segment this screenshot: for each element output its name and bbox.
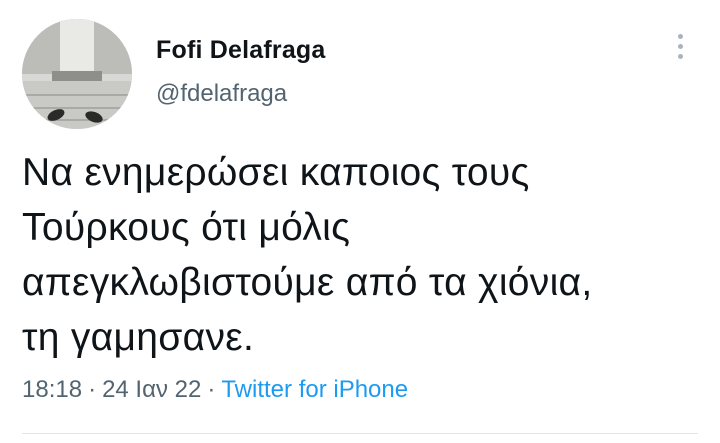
more-vertical-icon[interactable] [670, 34, 690, 68]
tweet-meta: 18:18 · 24 Ιαν 22 · Twitter for iPhone [22, 376, 408, 404]
tweet-time[interactable]: 18:18 [22, 376, 82, 403]
tweet-date[interactable]: 24 Ιαν 22 [102, 376, 201, 403]
tweet-source-link[interactable]: Twitter for iPhone [221, 376, 408, 403]
tweet-text: Να ενημερώσει καποιος τους Τούρκους ότι … [22, 151, 593, 359]
tweet-card: Fofi Delafraga @fdelafraga Να ενημερώσει… [0, 0, 720, 443]
user-handle[interactable]: @fdelafraga [156, 80, 287, 108]
meta-separator: · [207, 376, 216, 403]
meta-separator: · [88, 376, 97, 403]
display-name[interactable]: Fofi Delafraga [156, 36, 326, 65]
avatar[interactable] [22, 19, 132, 129]
divider [22, 433, 698, 434]
avatar-photo [22, 19, 132, 129]
